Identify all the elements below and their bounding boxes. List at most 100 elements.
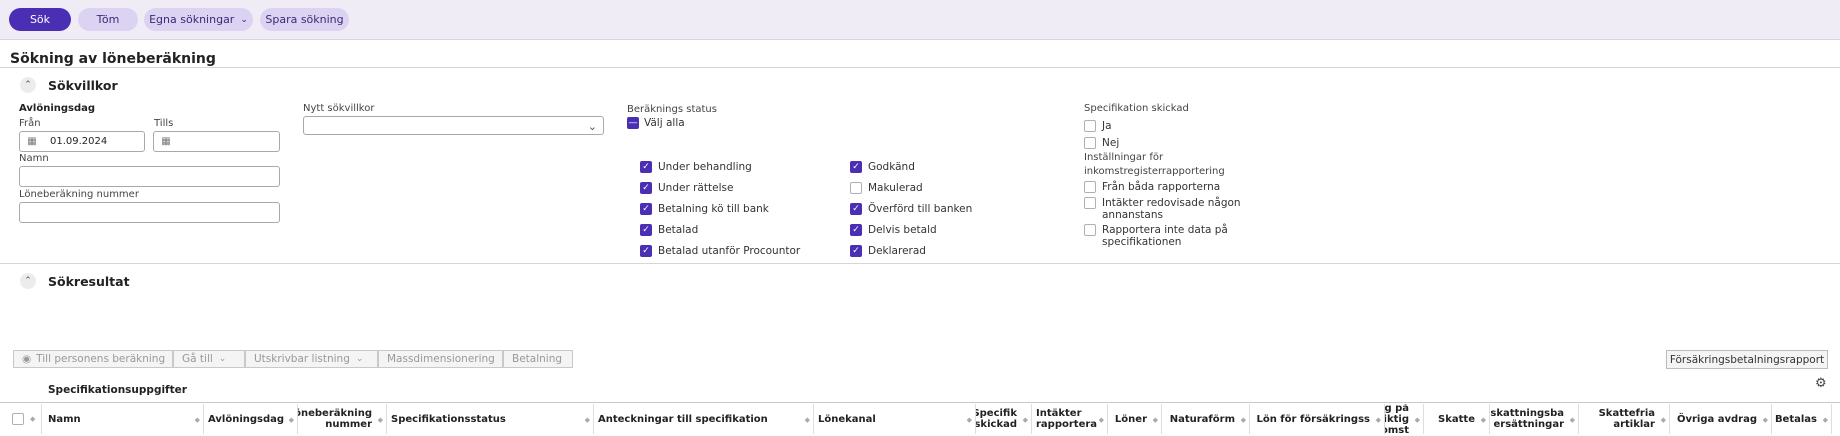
opt-elsewhere-checkbox[interactable]: [1084, 197, 1096, 209]
gear-icon[interactable]: ⚙: [1815, 376, 1827, 391]
criteria-title: Sökvillkor: [48, 77, 118, 93]
calendar-icon[interactable]: ▦: [154, 132, 178, 151]
column-header[interactable]: Löneberäkning nummer ◆: [298, 404, 387, 434]
opt-both-checkbox[interactable]: [1084, 181, 1096, 193]
select-all-rows-checkbox[interactable]: [12, 413, 24, 425]
saved-searches-label: Egna sökningar: [149, 13, 235, 26]
printable-list-button[interactable]: Utskrivbar listning ⌄: [245, 350, 378, 368]
payment-button[interactable]: Betalning: [503, 350, 573, 368]
table-header-line: [0, 402, 1840, 403]
column-header[interactable]: Skatte ◆: [1424, 404, 1490, 434]
column-header[interactable]: Anteckningar till specifikation ◆: [594, 404, 814, 434]
spec-yes-label: Ja: [1102, 120, 1112, 132]
spec-no-checkbox[interactable]: [1084, 137, 1096, 149]
status-left-checkbox[interactable]: ✓: [640, 182, 652, 194]
status-right-checkbox[interactable]: ✓: [850, 161, 862, 173]
column-header-label: Skattefria artiklar: [1598, 408, 1655, 430]
name-input[interactable]: [19, 166, 280, 187]
opt-both-label: Från båda rapporterna: [1102, 181, 1221, 193]
sort-icon: ◆: [194, 416, 200, 424]
spec-yes-checkbox[interactable]: [1084, 120, 1096, 132]
column-header-label: Löneberäkning nummer: [298, 408, 372, 430]
column-header[interactable]: Beskattningsba ersättningar ◆: [1490, 404, 1579, 434]
income-reg-label: Inställningar för inkomstregisterrapport…: [1084, 152, 1225, 177]
column-header-label: Löner: [1114, 413, 1147, 425]
column-header-label: Namn: [48, 413, 81, 425]
status-left-label: Betalad utanför Procountor: [658, 245, 801, 257]
insurance-report-button[interactable]: Försäkringsbetalningsrapport: [1666, 350, 1828, 369]
status-right-checkbox[interactable]: ✓: [850, 203, 862, 215]
status-label: Beräknings status: [627, 104, 717, 115]
from-date-value: 01.09.2024: [50, 136, 108, 147]
column-header[interactable]: Naturaförm ◆: [1162, 404, 1250, 434]
divider: [0, 67, 1840, 68]
chevron-down-icon: ⌄: [587, 120, 597, 133]
sort-icon: ◆: [1375, 416, 1381, 424]
column-header-label: Anteckningar till specifikation: [598, 413, 768, 425]
chevron-up-icon[interactable]: ⌃: [20, 273, 36, 289]
sort-icon: ◆: [1098, 416, 1104, 424]
printable-list-label: Utskrivbar listning: [254, 353, 350, 365]
sort-icon: ◆: [1660, 416, 1666, 424]
column-header[interactable]: Namn ◆: [44, 404, 204, 434]
saved-searches-button[interactable]: Egna sökningar ⌄: [144, 8, 253, 31]
status-left-checkbox[interactable]: ✓: [640, 245, 652, 257]
results-section-header[interactable]: ⌃ Sökresultat: [20, 273, 130, 289]
status-left-checkbox[interactable]: ✓: [640, 203, 652, 215]
spec-sent-label: Specifikation skickad: [1084, 103, 1189, 114]
status-right-checkbox[interactable]: ✓: [850, 224, 862, 236]
divider: [0, 263, 1840, 264]
column-header[interactable]: Avlöningsdag ◆: [204, 404, 298, 434]
payday-label: Avlöningsdag: [19, 103, 96, 114]
column-header[interactable]: Betalas ◆: [1772, 404, 1832, 434]
to-date-field[interactable]: ▦: [153, 131, 280, 152]
number-label: Löneberäkning nummer: [19, 189, 139, 200]
from-date-field[interactable]: ▦ 01.09.2024: [19, 131, 145, 152]
column-header-label: Skatte: [1438, 413, 1475, 425]
search-button[interactable]: Sök: [9, 8, 71, 31]
chevron-down-icon: ⌄: [355, 354, 364, 364]
select-all-rows-cell: ◆: [8, 404, 42, 434]
name-label: Namn: [19, 153, 49, 164]
mass-dimension-button[interactable]: Massdimensionering: [378, 350, 503, 368]
number-input[interactable]: [19, 202, 280, 223]
column-header[interactable]: Intäkter rapportera ◆: [1032, 404, 1108, 434]
column-header[interactable]: Lön för försäkringss ◆: [1250, 404, 1385, 434]
status-right-checkbox[interactable]: [850, 182, 862, 194]
select-all-checkbox[interactable]: —: [627, 117, 639, 129]
to-person-calc-label: Till personens beräkning: [36, 353, 166, 365]
calendar-icon[interactable]: ▦: [20, 132, 44, 151]
column-header[interactable]: Specifikationsstatus ◆: [387, 404, 594, 434]
page-title: Sökning av löneberäkning: [10, 51, 216, 67]
sort-icon: ◆: [1762, 416, 1768, 424]
results-title: Sökresultat: [48, 273, 130, 289]
status-left-checkbox[interactable]: ✓: [640, 224, 652, 236]
new-criteria-label: Nytt sökvillkor: [303, 103, 375, 114]
clear-button[interactable]: Töm: [78, 8, 138, 31]
column-header[interactable]: Avdrag på skattepliktig inkomst ◆: [1385, 404, 1424, 434]
column-header[interactable]: Skattefria artiklar ◆: [1579, 404, 1670, 434]
sort-icon: ◆: [1569, 416, 1575, 424]
column-header-label: Specifikationsstatus: [391, 413, 506, 425]
status-left-checkbox[interactable]: ✓: [640, 161, 652, 173]
new-criteria-select[interactable]: ⌄: [303, 116, 604, 135]
sort-icon: ◆: [966, 416, 972, 424]
to-person-calc-button[interactable]: ◉ Till personens beräkning: [13, 350, 173, 368]
save-search-button[interactable]: Spara sökning: [260, 8, 349, 31]
opt-not-report-checkbox[interactable]: [1084, 224, 1096, 236]
column-header[interactable]: Löner ◆: [1108, 404, 1162, 434]
column-header[interactable]: Lönekanal ◆: [814, 404, 976, 434]
criteria-section-header[interactable]: ⌃ Sökvillkor: [20, 77, 118, 93]
chevron-up-icon[interactable]: ⌃: [20, 77, 36, 93]
sort-icon: ◆: [584, 416, 590, 424]
opt-elsewhere-label: Intäkter redovisade någon annanstans: [1102, 197, 1241, 221]
column-header-label: Intäkter rapportera: [1036, 408, 1098, 430]
sort-icon: ◆: [1152, 416, 1158, 424]
from-label: Från: [19, 118, 41, 129]
column-header[interactable]: Specifik skickad ◆: [976, 404, 1032, 434]
status-right-label: Delvis betald: [868, 224, 937, 236]
status-right-checkbox[interactable]: ✓: [850, 245, 862, 257]
column-header[interactable]: Övriga avdrag ◆: [1670, 404, 1772, 434]
column-header-label: Lön för försäkringss: [1256, 413, 1370, 425]
goto-button[interactable]: Gå till ⌄: [173, 350, 245, 368]
